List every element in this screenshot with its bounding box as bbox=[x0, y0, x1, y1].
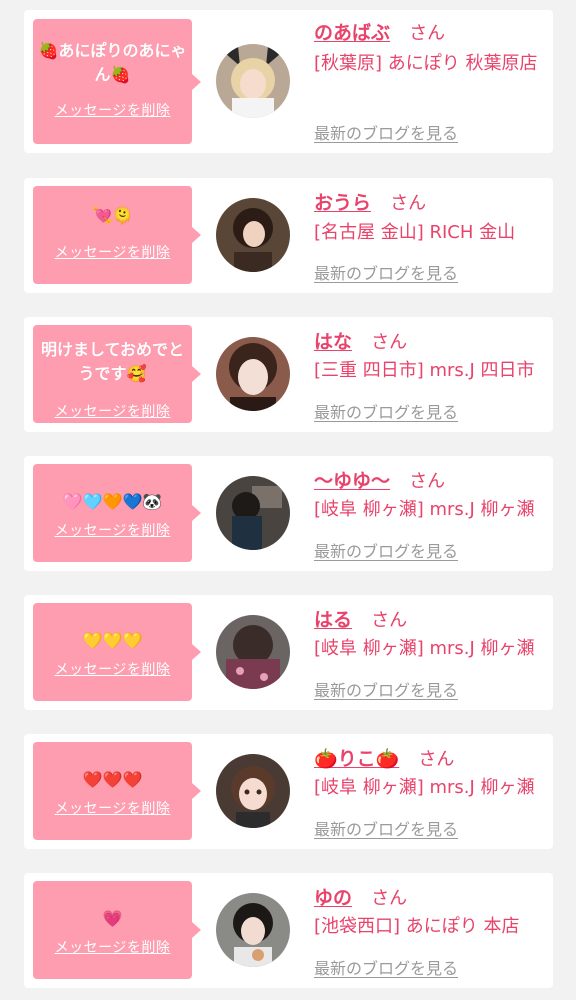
cast-name-link[interactable]: のあばぶ bbox=[314, 22, 390, 44]
latest-blog-link[interactable]: 最新のブログを見る bbox=[314, 260, 458, 284]
shop-name: [三重 四日市] mrs.J 四日市 bbox=[314, 360, 535, 381]
message-bubble: 明けましておめでとうです🥰 メッセージを削除 bbox=[33, 325, 201, 423]
avatar[interactable] bbox=[216, 198, 290, 272]
delete-message-link[interactable]: メッセージを削除 bbox=[33, 520, 192, 540]
message-text: 明けましておめでとうです🥰 bbox=[40, 340, 185, 383]
delete-message-link[interactable]: メッセージを削除 bbox=[33, 242, 192, 262]
message-bubble: 💘🫠 メッセージを削除 bbox=[33, 186, 201, 284]
cast-name-link[interactable]: ゆの bbox=[314, 887, 352, 909]
shop-name: [名古屋 金山] RICH 金山 bbox=[314, 222, 516, 243]
avatar[interactable] bbox=[216, 337, 290, 411]
latest-blog-link[interactable]: 最新のブログを見る bbox=[314, 677, 458, 701]
cast-name-link[interactable]: 〜ゆゆ〜 bbox=[314, 470, 390, 492]
name-row: はな さん bbox=[314, 327, 407, 354]
honorific: さん bbox=[409, 23, 446, 44]
message-bubble: 💛💛💛 メッセージを削除 bbox=[33, 603, 201, 701]
message-text: ❤️❤️❤️ bbox=[82, 770, 143, 789]
delete-message-link[interactable]: メッセージを削除 bbox=[33, 937, 192, 957]
message-bubble: 💗 メッセージを削除 bbox=[33, 881, 201, 979]
message-card: 💘🫠 メッセージを削除 おうら さん [名古屋 金山] RICH 金山 最新のブ… bbox=[24, 178, 553, 293]
avatar[interactable] bbox=[216, 476, 290, 550]
message-bubble: 🩷🩵🧡💙🐼 メッセージを削除 bbox=[33, 464, 201, 562]
message-card: 明けましておめでとうです🥰 メッセージを削除 はな さん [三重 四日市] mr… bbox=[24, 317, 553, 432]
cast-name-link[interactable]: はる bbox=[314, 609, 352, 631]
shop-name: [池袋西口] あにぽり 本店 bbox=[314, 916, 520, 937]
message-card: ❤️❤️❤️ メッセージを削除 🍅りこ🍅 さん [岐阜 柳ヶ瀬] mrs.J 柳… bbox=[24, 734, 553, 849]
shop-name: [岐阜 柳ヶ瀬] mrs.J 柳ヶ瀬 bbox=[314, 638, 535, 659]
message-card: 💗 メッセージを削除 ゆの さん [池袋西口] あにぽり 本店 最新のブログを見… bbox=[24, 873, 553, 988]
message-text: 💗 bbox=[102, 909, 123, 928]
honorific: さん bbox=[418, 749, 455, 770]
latest-blog-link[interactable]: 最新のブログを見る bbox=[314, 816, 458, 840]
name-row: のあばぶ さん bbox=[314, 18, 445, 45]
latest-blog-link[interactable]: 最新のブログを見る bbox=[314, 120, 458, 144]
latest-blog-link[interactable]: 最新のブログを見る bbox=[314, 399, 458, 423]
latest-blog-link[interactable]: 最新のブログを見る bbox=[314, 955, 458, 979]
message-text: 💘🫠 bbox=[92, 206, 133, 225]
cast-name-link[interactable]: はな bbox=[314, 331, 352, 353]
shop-name: [岐阜 柳ヶ瀬] mrs.J 柳ヶ瀬 bbox=[314, 777, 535, 798]
delete-message-link[interactable]: メッセージを削除 bbox=[33, 100, 192, 120]
shop-name: [秋葉原] あにぽり 秋葉原店 bbox=[314, 53, 538, 74]
message-bubble: ❤️❤️❤️ メッセージを削除 bbox=[33, 742, 201, 840]
message-card: 💛💛💛 メッセージを削除 はる さん [岐阜 柳ヶ瀬] mrs.J 柳ヶ瀬 最新… bbox=[24, 595, 553, 710]
honorific: さん bbox=[371, 888, 408, 909]
honorific: さん bbox=[390, 193, 427, 214]
delete-message-link[interactable]: メッセージを削除 bbox=[33, 798, 192, 818]
avatar[interactable] bbox=[216, 893, 290, 967]
message-card: 🍓あにぽりのあにゃん🍓 メッセージを削除 のあばぶ さん [秋葉原] あにぽり … bbox=[24, 10, 553, 153]
message-text: 🍓あにぽりのあにゃん🍓 bbox=[38, 41, 187, 84]
avatar[interactable] bbox=[216, 615, 290, 689]
honorific: さん bbox=[371, 332, 408, 353]
honorific: さん bbox=[409, 471, 446, 492]
name-row: ゆの さん bbox=[314, 883, 407, 910]
message-card: 🩷🩵🧡💙🐼 メッセージを削除 〜ゆゆ〜 さん [岐阜 柳ヶ瀬] mrs.J 柳ヶ… bbox=[24, 456, 553, 571]
avatar[interactable] bbox=[216, 754, 290, 828]
cast-name-link[interactable]: おうら bbox=[314, 192, 371, 214]
honorific: さん bbox=[371, 610, 408, 631]
delete-message-link[interactable]: メッセージを削除 bbox=[33, 659, 192, 679]
cast-name-link[interactable]: 🍅りこ🍅 bbox=[314, 748, 399, 770]
latest-blog-link[interactable]: 最新のブログを見る bbox=[314, 538, 458, 562]
name-row: 🍅りこ🍅 さん bbox=[314, 744, 454, 771]
shop-name: [岐阜 柳ヶ瀬] mrs.J 柳ヶ瀬 bbox=[314, 499, 535, 520]
delete-message-link[interactable]: メッセージを削除 bbox=[33, 401, 192, 421]
name-row: 〜ゆゆ〜 さん bbox=[314, 466, 445, 493]
name-row: おうら さん bbox=[314, 188, 426, 215]
message-bubble: 🍓あにぽりのあにゃん🍓 メッセージを削除 bbox=[33, 19, 201, 144]
name-row: はる さん bbox=[314, 605, 407, 632]
message-text: 💛💛💛 bbox=[82, 631, 143, 650]
avatar[interactable] bbox=[216, 44, 290, 118]
message-text: 🩷🩵🧡💙🐼 bbox=[62, 492, 163, 511]
